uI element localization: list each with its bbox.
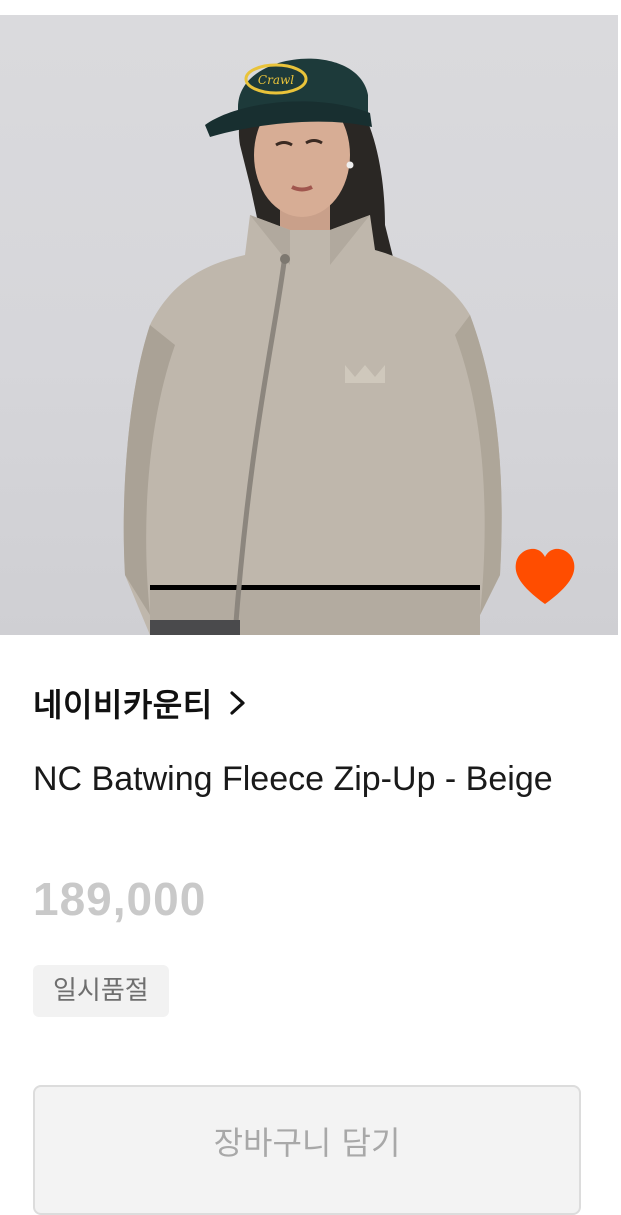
brand-link[interactable]: 네이비카운티 [33, 680, 249, 726]
brand-name: 네이비카운티 [33, 686, 213, 724]
status-badge: 일시품절 [33, 965, 169, 1017]
cap-logo: Crawl [258, 73, 294, 87]
product-price: 189,000 [33, 873, 207, 925]
chevron-right-icon [230, 691, 245, 715]
add-to-cart-button[interactable]: 장바구니 담기 [33, 1085, 581, 1215]
product-image[interactable]: Crawl [0, 15, 618, 635]
heart-icon[interactable] [510, 542, 580, 612]
product-name: NC Batwing Fleece Zip-Up - Beige [33, 760, 553, 798]
